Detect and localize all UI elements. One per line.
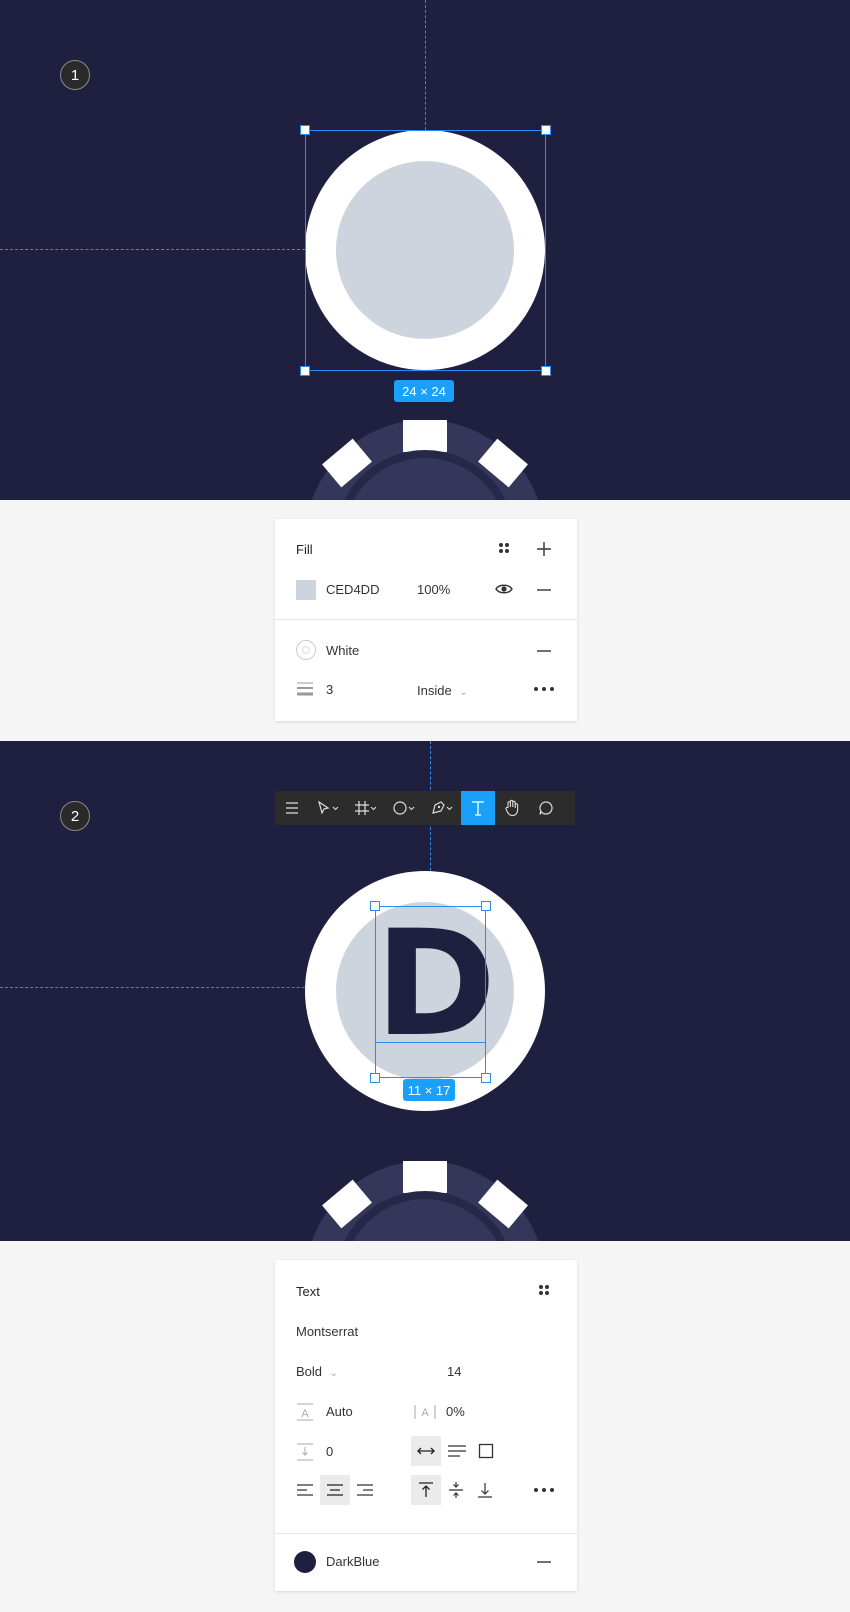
text-color-swatch[interactable] <box>294 1551 316 1573</box>
resize-handle-bottom-right[interactable] <box>481 1073 491 1083</box>
panel-title-fill: Fill <box>296 542 313 557</box>
panel-title-text: Text <box>296 1284 320 1299</box>
chip-stripe-top <box>403 1161 447 1193</box>
panel-divider <box>275 619 577 620</box>
align-top-icon <box>418 1481 434 1504</box>
design-canvas-step-2[interactable]: 2 D 11 × 17 <box>0 741 850 1241</box>
text-properties-panel: Text Montserrat Bold ⌄ 14 A Auto A 0% 0 <box>275 1260 577 1591</box>
resize-handle-bottom-left[interactable] <box>300 366 310 376</box>
poker-chip-preview <box>305 1161 545 1241</box>
align-top-button[interactable] <box>411 1475 441 1505</box>
arrows-horizontal-icon <box>416 1443 436 1464</box>
comment-tool-icon[interactable] <box>529 791 563 825</box>
stroke-width-value[interactable]: 3 <box>326 682 333 698</box>
font-weight-value: Bold <box>296 1364 323 1379</box>
stroke-weight-icon <box>296 681 314 701</box>
stroke-color-name[interactable]: White <box>326 643 359 659</box>
vertical-guide-line <box>425 0 426 130</box>
align-right-icon[interactable] <box>356 1482 374 1502</box>
move-tool-icon[interactable] <box>309 791 347 825</box>
selection-box[interactable] <box>305 130 546 371</box>
poker-chip-preview <box>305 420 545 500</box>
resize-handle-bottom-left[interactable] <box>370 1073 380 1083</box>
eye-visibility-icon[interactable] <box>495 582 513 600</box>
chevron-down-icon: ⌄ <box>329 1368 339 1379</box>
remove-fill-minus-icon[interactable] <box>535 582 553 602</box>
align-bottom-icon[interactable] <box>476 1481 494 1503</box>
stroke-color-swatch[interactable] <box>296 640 316 660</box>
dimension-label: 11 × 17 <box>403 1079 455 1101</box>
svg-text:A: A <box>301 1408 309 1420</box>
chevron-down-icon: ⌄ <box>459 687 468 698</box>
auto-width-button[interactable] <box>411 1436 441 1466</box>
fixed-size-icon[interactable] <box>477 1443 495 1463</box>
more-options-icon[interactable] <box>533 681 555 701</box>
text-color-name[interactable]: DarkBlue <box>326 1554 379 1570</box>
line-height-icon: A <box>296 1403 314 1425</box>
fill-color-swatch[interactable] <box>296 580 316 600</box>
ellipse-tool-icon[interactable] <box>385 791 423 825</box>
chip-stripe-top <box>403 420 447 452</box>
remove-stroke-minus-icon[interactable] <box>535 643 553 663</box>
remove-text-fill-minus-icon[interactable] <box>535 1554 553 1574</box>
stroke-position-dropdown[interactable]: Inside ⌄ <box>417 683 468 701</box>
panel-divider <box>275 1533 577 1534</box>
hand-tool-icon[interactable] <box>495 791 529 825</box>
resize-handle-top-left[interactable] <box>300 125 310 135</box>
add-fill-plus-icon[interactable] <box>535 541 553 561</box>
text-tool-icon[interactable] <box>461 791 495 825</box>
text-selection-box[interactable] <box>375 906 486 1078</box>
main-menu-icon[interactable] <box>275 791 309 825</box>
design-canvas-step-1[interactable]: 1 24 × 24 <box>0 0 850 500</box>
pen-tool-icon[interactable] <box>423 791 461 825</box>
styles-grid-icon[interactable] <box>495 541 513 559</box>
line-height-input[interactable]: Auto <box>326 1404 353 1420</box>
resize-handle-top-right[interactable] <box>481 901 491 911</box>
paragraph-spacing-input[interactable]: 0 <box>326 1444 333 1460</box>
stroke-position-value: Inside <box>417 683 452 698</box>
auto-height-icon[interactable] <box>447 1443 467 1463</box>
align-middle-icon[interactable] <box>447 1481 465 1503</box>
font-weight-select[interactable]: Bold ⌄ <box>296 1364 338 1382</box>
letter-spacing-icon: A <box>413 1403 437 1425</box>
resize-handle-top-left[interactable] <box>370 901 380 911</box>
tool-toolbar <box>275 791 575 825</box>
letter-spacing-input[interactable]: 0% <box>446 1404 465 1420</box>
step-number-badge: 1 <box>60 60 90 90</box>
fill-opacity-value[interactable]: 100% <box>417 582 450 598</box>
fill-properties-panel: Fill CED4DD 100% White 3 Inside ⌄ <box>275 519 577 721</box>
svg-text:A: A <box>421 1407 429 1419</box>
fill-hex-value[interactable]: CED4DD <box>326 582 379 598</box>
dimension-label: 24 × 24 <box>394 380 454 402</box>
text-baseline <box>375 1042 486 1043</box>
horizontal-guide-line <box>0 249 305 250</box>
resize-handle-bottom-right[interactable] <box>541 366 551 376</box>
more-type-options-icon[interactable] <box>533 1482 555 1502</box>
paragraph-spacing-icon <box>296 1443 314 1465</box>
resize-handle-top-right[interactable] <box>541 125 551 135</box>
align-center-button[interactable] <box>320 1475 350 1505</box>
font-size-input[interactable]: 14 <box>447 1364 461 1380</box>
frame-tool-icon[interactable] <box>347 791 385 825</box>
font-family-select[interactable]: Montserrat <box>296 1324 358 1340</box>
align-left-icon[interactable] <box>296 1482 314 1502</box>
step-number-badge: 2 <box>60 801 90 831</box>
align-center-icon <box>326 1482 344 1503</box>
text-styles-grid-icon[interactable] <box>535 1283 553 1301</box>
